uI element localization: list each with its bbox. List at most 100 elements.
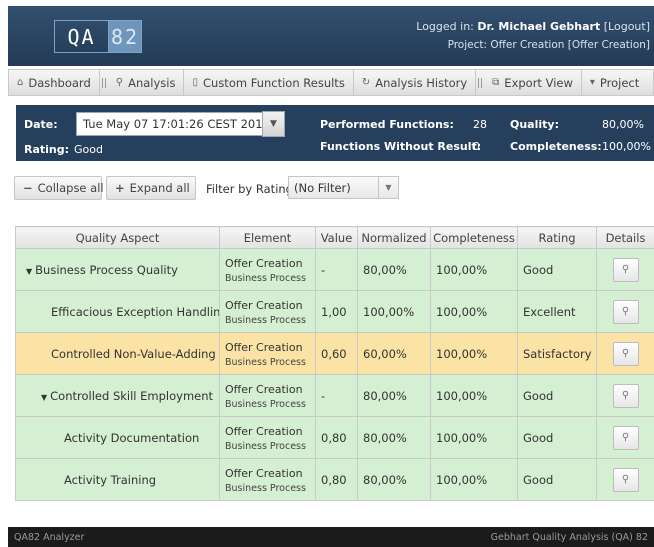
collapse-all-button[interactable]: − Collapse all <box>14 176 104 200</box>
nav-project-label: Project <box>599 75 640 90</box>
project-label: Project: <box>447 39 488 51</box>
nav-dashboard[interactable]: ⌂ Dashboard <box>9 70 100 95</box>
footer-copyright: Gebhart Quality Analysis (QA) 82 <box>490 531 648 543</box>
aspect-name: Controlled Non-Value-Adding Ac <box>51 346 220 361</box>
aspect-cell: ▼ Controlled Skill Employment <box>15 374 220 417</box>
aspect-name: Efficacious Exception Handling <box>51 304 220 319</box>
normalized-cell: 80,00% <box>357 458 431 501</box>
aspect-name: Activity Training <box>64 472 157 487</box>
details-button[interactable]: ⚲ <box>612 425 639 450</box>
chevron-down-icon: ▼ <box>270 119 277 129</box>
aspect-cell: Activity Documentation <box>15 416 220 459</box>
details-cell: ⚲ <box>596 374 654 417</box>
element-cell: Offer Creation Business Process <box>219 416 316 459</box>
nav-custom-function-results[interactable]: ▯ Custom Function Results <box>184 70 354 95</box>
details-button[interactable]: ⚲ <box>612 383 639 408</box>
expand-all-label: Expand all <box>129 181 190 195</box>
date-label: Date: <box>24 118 58 131</box>
nav-dashboard-label: Dashboard <box>28 75 91 90</box>
table-row[interactable]: Activity Training Offer Creation Business… <box>15 458 654 501</box>
rating-cell: Satisfactory <box>517 332 597 375</box>
element-cell: Offer Creation Business Process <box>219 248 316 291</box>
collapse-toggle-icon[interactable]: ▼ <box>41 393 47 402</box>
normalized-cell: 80,00% <box>357 374 431 417</box>
aspect-cell: Efficacious Exception Handling <box>15 290 220 333</box>
element-name: Offer Creation <box>225 424 303 438</box>
nav-separator <box>478 77 483 88</box>
table-header-row: Quality Aspect Element Value Normalized … <box>15 226 654 249</box>
performed-functions-label: Performed Functions: <box>320 118 454 131</box>
functions-without-result-label: Functions Without Result: <box>320 140 482 153</box>
chevron-down-icon: ▼ <box>378 177 398 198</box>
element-cell: Offer Creation Business Process <box>219 458 316 501</box>
user-name: Dr. Michael Gebhart <box>477 20 601 33</box>
details-cell: ⚲ <box>596 458 654 501</box>
details-cell: ⚲ <box>596 248 654 291</box>
details-button[interactable]: ⚲ <box>612 341 639 366</box>
main-nav: ⌂ Dashboard ⚲ Analysis ▯ Custom Function… <box>8 69 654 96</box>
magnifier-icon: ⚲ <box>621 474 630 485</box>
table-row[interactable]: ▼ Controlled Skill Employment Offer Creat… <box>15 374 654 417</box>
column-header-value[interactable]: Value <box>315 226 358 249</box>
logged-in-label: Logged in: <box>416 20 474 33</box>
value-cell: 1,00 <box>315 290 358 333</box>
logout-link[interactable]: [Logout] <box>604 20 650 33</box>
completeness-label: Completeness: <box>510 140 602 153</box>
magnifier-icon: ⚲ <box>621 306 630 317</box>
table-row[interactable]: Activity Documentation Offer Creation Bus… <box>15 416 654 459</box>
column-header-element[interactable]: Element <box>219 226 316 249</box>
column-header-normalized[interactable]: Normalized <box>357 226 431 249</box>
nav-export-view[interactable]: ⧉ Export View <box>484 70 582 95</box>
column-header-rating[interactable]: Rating <box>517 226 597 249</box>
magnifier-icon: ⚲ <box>621 432 630 443</box>
rating-cell: Good <box>517 458 597 501</box>
date-dropdown-button[interactable]: ▼ <box>262 111 285 137</box>
login-info: Logged in: Dr. Michael Gebhart [Logout] … <box>416 18 650 54</box>
date-field[interactable]: Tue May 07 17:01:26 CEST 2013 <box>76 112 284 136</box>
nav-analysis[interactable]: ⚲ Analysis <box>108 70 185 95</box>
value-cell: - <box>315 374 358 417</box>
rating-label: Rating: <box>24 143 70 156</box>
aspect-name: Activity Documentation <box>64 430 200 445</box>
element-type: Business Process <box>225 398 306 410</box>
logo-left: QA <box>55 21 109 52</box>
completeness-cell: 100,00% <box>430 416 518 459</box>
app-footer: QA82 Analyzer Gebhart Quality Analysis (… <box>8 527 654 547</box>
table-row[interactable]: Controlled Non-Value-Adding Ac Offer Cre… <box>15 332 654 375</box>
aspect-name: Business Process Quality <box>35 262 178 277</box>
table-row[interactable]: ▼ Business Process Quality Offer Creation… <box>15 248 654 291</box>
details-button[interactable]: ⚲ <box>612 467 639 492</box>
plus-icon: + <box>115 181 125 195</box>
history-icon: ↻ <box>361 77 371 88</box>
rating-filter-select[interactable]: (No Filter) ▼ <box>288 176 399 199</box>
column-header-completeness[interactable]: Completeness <box>430 226 518 249</box>
details-button[interactable]: ⚲ <box>612 299 639 324</box>
clipboard-icon: ▯ <box>192 77 198 88</box>
column-header-quality-aspect[interactable]: Quality Aspect <box>15 226 220 249</box>
rating-cell: Excellent <box>517 290 597 333</box>
normalized-cell: 80,00% <box>357 416 431 459</box>
element-name: Offer Creation <box>225 298 303 312</box>
magnifier-icon: ⚲ <box>621 390 630 401</box>
footer-app-name: QA82 Analyzer <box>14 531 85 543</box>
rating-cell: Good <box>517 416 597 459</box>
nav-custom-function-results-label: Custom Function Results <box>203 75 345 90</box>
details-button[interactable]: ⚲ <box>612 257 639 282</box>
details-cell: ⚲ <box>596 416 654 459</box>
nav-analysis-history[interactable]: ↻ Analysis History <box>354 70 477 95</box>
element-cell: Offer Creation Business Process <box>219 290 316 333</box>
quality-value: 80,00% <box>602 118 644 131</box>
table-row[interactable]: Efficacious Exception Handling Offer Cre… <box>15 290 654 333</box>
column-header-details[interactable]: Details <box>596 226 654 249</box>
nav-analysis-label: Analysis <box>128 75 176 90</box>
export-icon: ⧉ <box>492 77 500 88</box>
home-icon: ⌂ <box>17 77 24 88</box>
collapse-toggle-icon[interactable]: ▼ <box>26 267 32 276</box>
details-cell: ⚲ <box>596 332 654 375</box>
nav-project[interactable]: ▾ Project <box>582 70 647 95</box>
collapse-all-label: Collapse all <box>37 181 104 195</box>
aspect-cell: ▼ Business Process Quality <box>15 248 220 291</box>
element-type: Business Process <box>225 314 306 326</box>
expand-all-button[interactable]: + Expand all <box>106 176 196 200</box>
element-type: Business Process <box>225 272 306 284</box>
